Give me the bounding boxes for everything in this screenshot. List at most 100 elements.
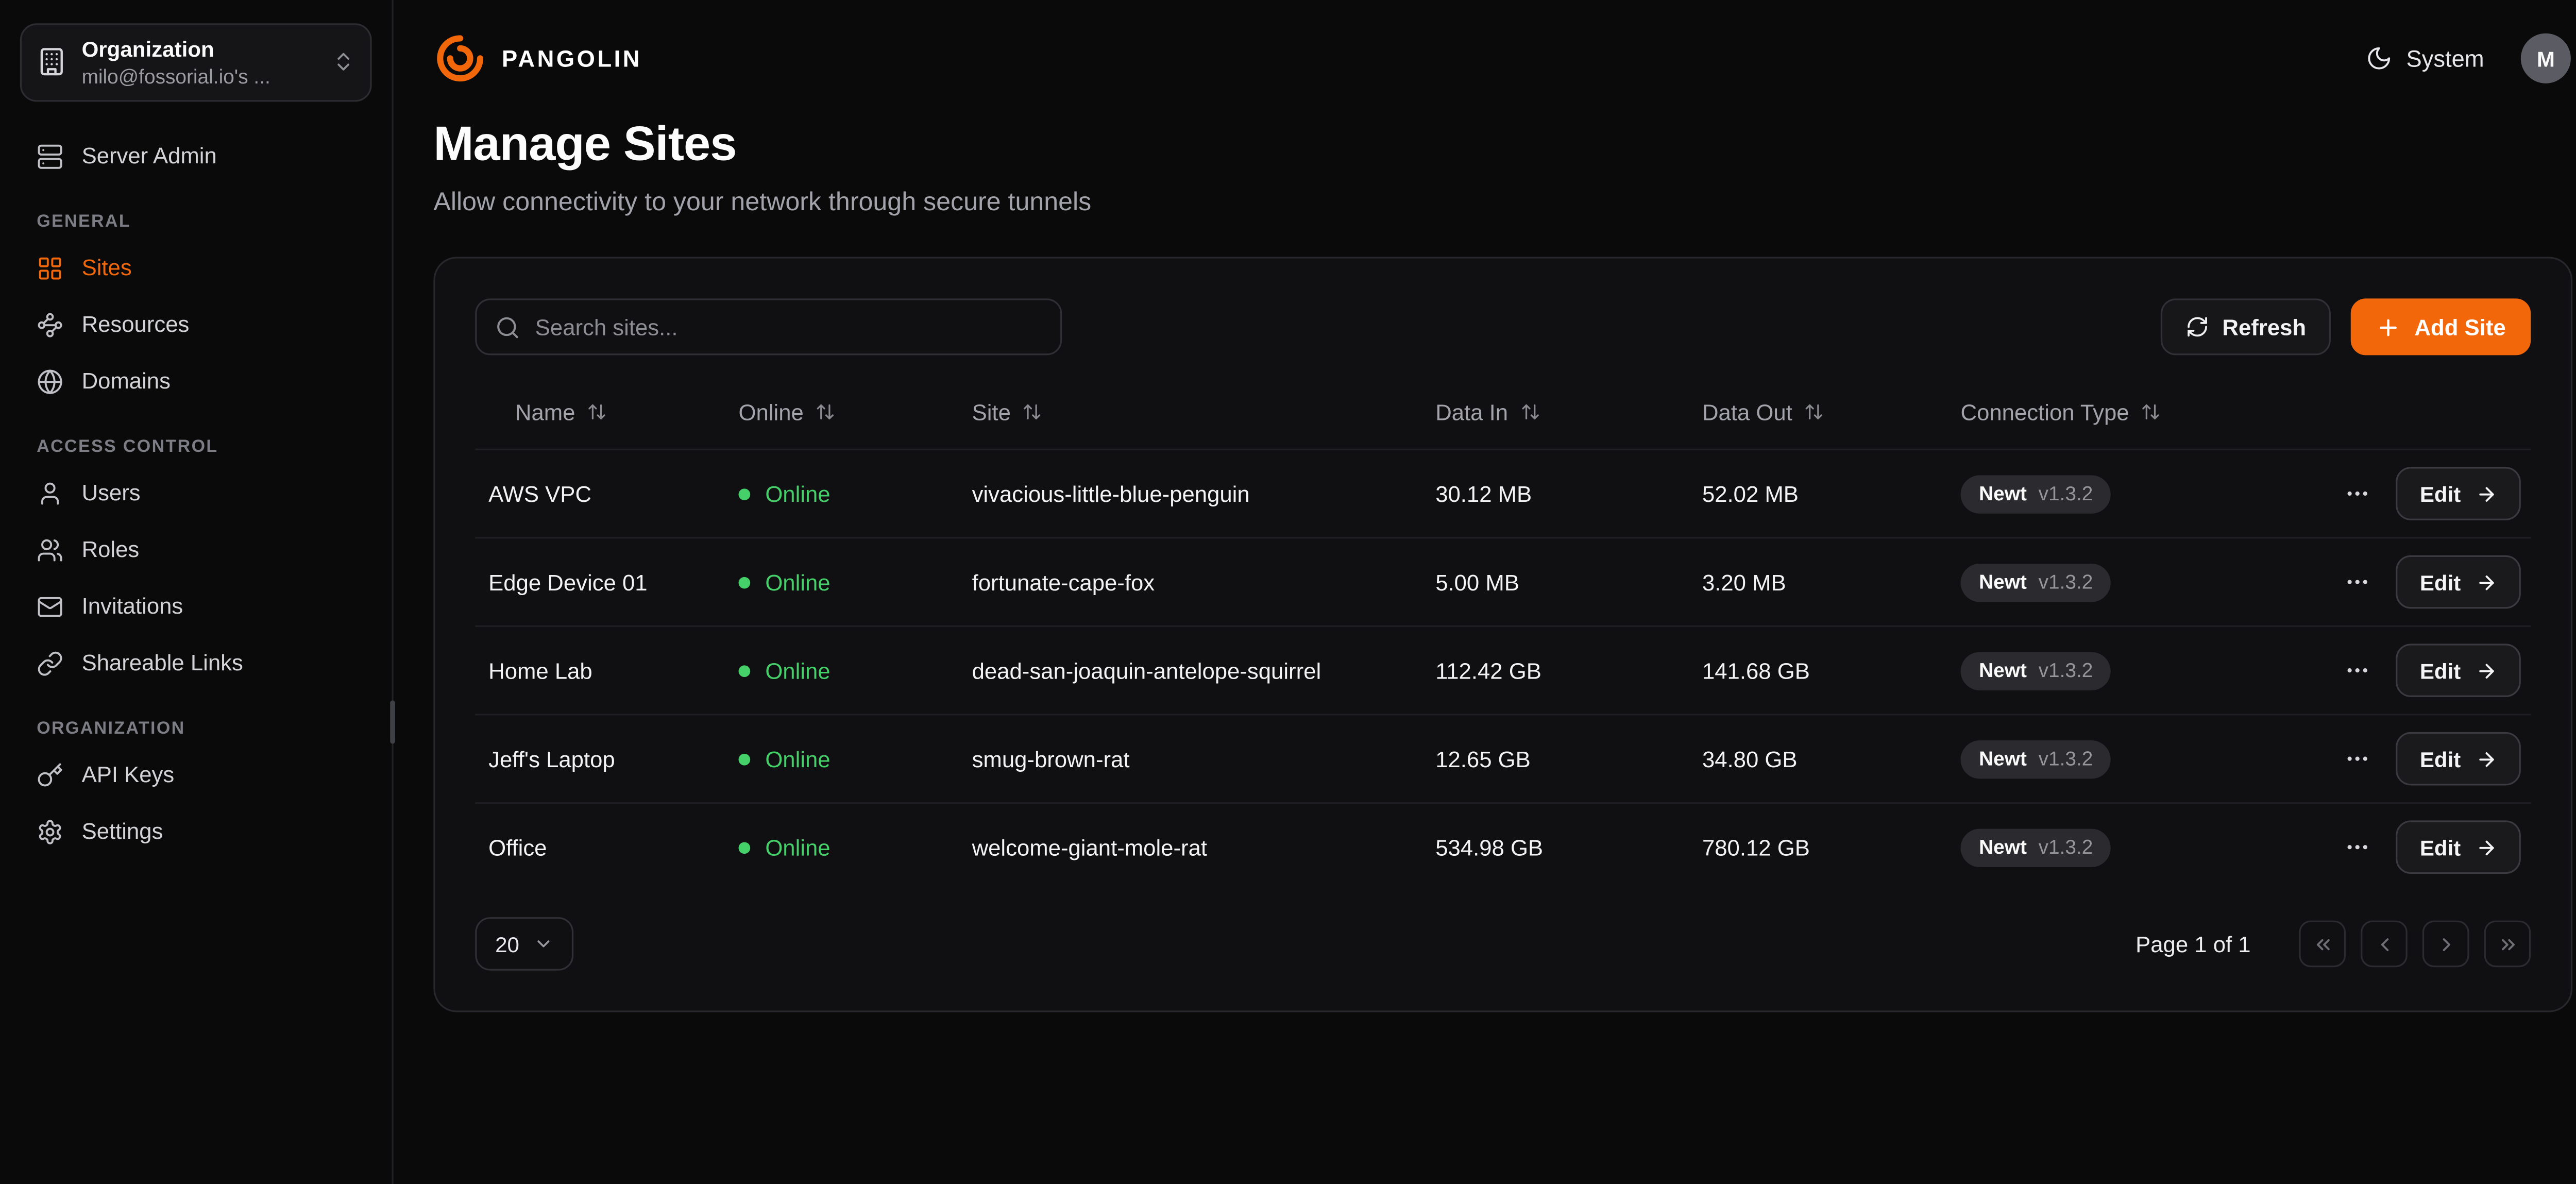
cell-data-in: 30.12 MB	[1422, 481, 1689, 506]
row-menu-button[interactable]	[2345, 480, 2371, 507]
refresh-label: Refresh	[2222, 314, 2306, 340]
sidebar-item-label: Sites	[82, 256, 132, 281]
ellipsis-icon	[2345, 746, 2371, 772]
cell-online: Online	[725, 481, 959, 506]
sidebar-item-label: API Keys	[82, 763, 175, 788]
cell-actions: Edit	[2331, 820, 2531, 874]
connection-version: v1.3.2	[2039, 747, 2093, 770]
next-page-button[interactable]	[2422, 921, 2469, 968]
ellipsis-icon	[2345, 480, 2371, 507]
chevron-down-icon	[534, 934, 554, 954]
online-status-text: Online	[765, 746, 830, 771]
main-content: PANGOLIN System M Manage Sites Allow con…	[394, 0, 2576, 1184]
toolbar-actions: Refresh Add Site	[2161, 298, 2531, 355]
connection-type-badge: Newt v1.3.2	[1961, 828, 2111, 866]
column-header-data-in[interactable]: Data In	[1422, 399, 1689, 425]
chevron-right-icon	[2435, 933, 2456, 955]
first-page-button[interactable]	[2299, 921, 2346, 968]
connection-name: Newt	[1979, 658, 2027, 682]
sidebar-item-invitations[interactable]: Invitations	[20, 580, 372, 634]
row-menu-button[interactable]	[2345, 746, 2371, 772]
sort-icon	[1520, 402, 1540, 422]
sidebar-item-api-keys[interactable]: API Keys	[20, 749, 372, 802]
resources-icon	[37, 312, 63, 339]
sidebar-item-shareable-links[interactable]: Shareable Links	[20, 637, 372, 690]
online-status-dot	[739, 488, 751, 500]
cell-online: Online	[725, 569, 959, 595]
connection-version: v1.3.2	[2039, 836, 2093, 859]
edit-button[interactable]: Edit	[2397, 820, 2521, 874]
sites-icon	[37, 255, 63, 282]
sidebar-item-label: Resources	[82, 313, 190, 338]
roles-icon	[37, 537, 63, 564]
data-in-value: 5.00 MB	[1435, 569, 1519, 595]
column-header-site[interactable]: Site	[959, 399, 1422, 425]
building-icon	[37, 47, 66, 77]
column-header-online[interactable]: Online	[725, 399, 959, 425]
org-selector[interactable]: Organization milo@fossorial.io's ...	[20, 23, 372, 102]
column-header-data-out[interactable]: Data Out	[1689, 399, 1947, 425]
cell-site: dead-san-joaquin-antelope-squirrel	[959, 658, 1422, 683]
sidebar-item-label: Server Admin	[82, 144, 217, 170]
table-row: Jeff's Laptop Online smug-brown-rat 12.6…	[475, 714, 2531, 802]
edit-button[interactable]: Edit	[2397, 467, 2521, 520]
section-label-general: GENERAL	[37, 212, 355, 232]
arrow-right-icon	[2476, 748, 2497, 770]
sidebar-item-users[interactable]: Users	[20, 467, 372, 520]
ellipsis-icon	[2345, 657, 2371, 684]
data-out-value: 52.02 MB	[1702, 481, 1799, 506]
site-name: Edge Device 01	[488, 569, 647, 595]
row-menu-button[interactable]	[2345, 834, 2371, 860]
avatar[interactable]: M	[2521, 33, 2571, 83]
topbar: PANGOLIN System M	[394, 0, 2576, 105]
edit-button[interactable]: Edit	[2397, 732, 2521, 786]
arrow-right-icon	[2476, 483, 2497, 504]
sort-icon	[1804, 402, 1824, 422]
cell-site: welcome-giant-mole-rat	[959, 835, 1422, 860]
connection-type-badge: Newt v1.3.2	[1961, 475, 2111, 513]
add-site-button[interactable]: Add Site	[2351, 298, 2531, 355]
cell-connection-type: Newt v1.3.2	[1947, 563, 2331, 601]
column-header-connection-type[interactable]: Connection Type	[1947, 399, 2331, 425]
page-title: Manage Sites	[433, 119, 2574, 174]
link-icon	[37, 650, 63, 677]
sidebar-item-settings[interactable]: Settings	[20, 805, 372, 859]
mail-icon	[37, 594, 63, 620]
cell-site: smug-brown-rat	[959, 746, 1422, 771]
sort-icon	[1023, 402, 1043, 422]
refresh-button[interactable]: Refresh	[2161, 298, 2331, 355]
cell-online: Online	[725, 835, 959, 860]
cell-connection-type: Newt v1.3.2	[1947, 651, 2331, 689]
search-input[interactable]	[535, 314, 1042, 340]
cell-site: vivacious-little-blue-penguin	[959, 481, 1422, 506]
edit-button[interactable]: Edit	[2397, 555, 2521, 609]
online-status-text: Online	[765, 569, 830, 595]
moon-icon	[2366, 45, 2393, 72]
row-menu-button[interactable]	[2345, 569, 2371, 596]
last-page-button[interactable]	[2484, 921, 2531, 968]
page-size-select[interactable]: 20	[475, 917, 574, 971]
chevrons-up-down-icon	[332, 51, 355, 74]
search-box	[475, 298, 1062, 355]
ellipsis-icon	[2345, 569, 2371, 596]
row-menu-button[interactable]	[2345, 657, 2371, 684]
cell-connection-type: Newt v1.3.2	[1947, 739, 2331, 777]
chevrons-right-icon	[2497, 933, 2518, 955]
theme-toggle[interactable]: System	[2366, 45, 2484, 72]
sidebar-resize-handle[interactable]	[390, 700, 395, 743]
sidebar-item-server-admin[interactable]: Server Admin	[20, 130, 372, 183]
online-status-text: Online	[765, 658, 830, 683]
edit-button[interactable]: Edit	[2397, 644, 2521, 697]
sidebar-item-domains[interactable]: Domains	[20, 355, 372, 409]
sidebar: Organization milo@fossorial.io's ... Ser…	[0, 0, 394, 1184]
plus-icon	[2376, 314, 2401, 340]
column-header-name[interactable]: Name	[475, 399, 725, 425]
cell-site: fortunate-cape-fox	[959, 569, 1422, 595]
chevrons-left-icon	[2312, 933, 2333, 955]
sidebar-item-resources[interactable]: Resources	[20, 298, 372, 352]
previous-page-button[interactable]	[2361, 921, 2408, 968]
sidebar-item-roles[interactable]: Roles	[20, 523, 372, 577]
page-info: Page 1 of 1	[2136, 932, 2250, 957]
sidebar-item-sites[interactable]: Sites	[20, 242, 372, 295]
edit-label: Edit	[2420, 746, 2461, 771]
